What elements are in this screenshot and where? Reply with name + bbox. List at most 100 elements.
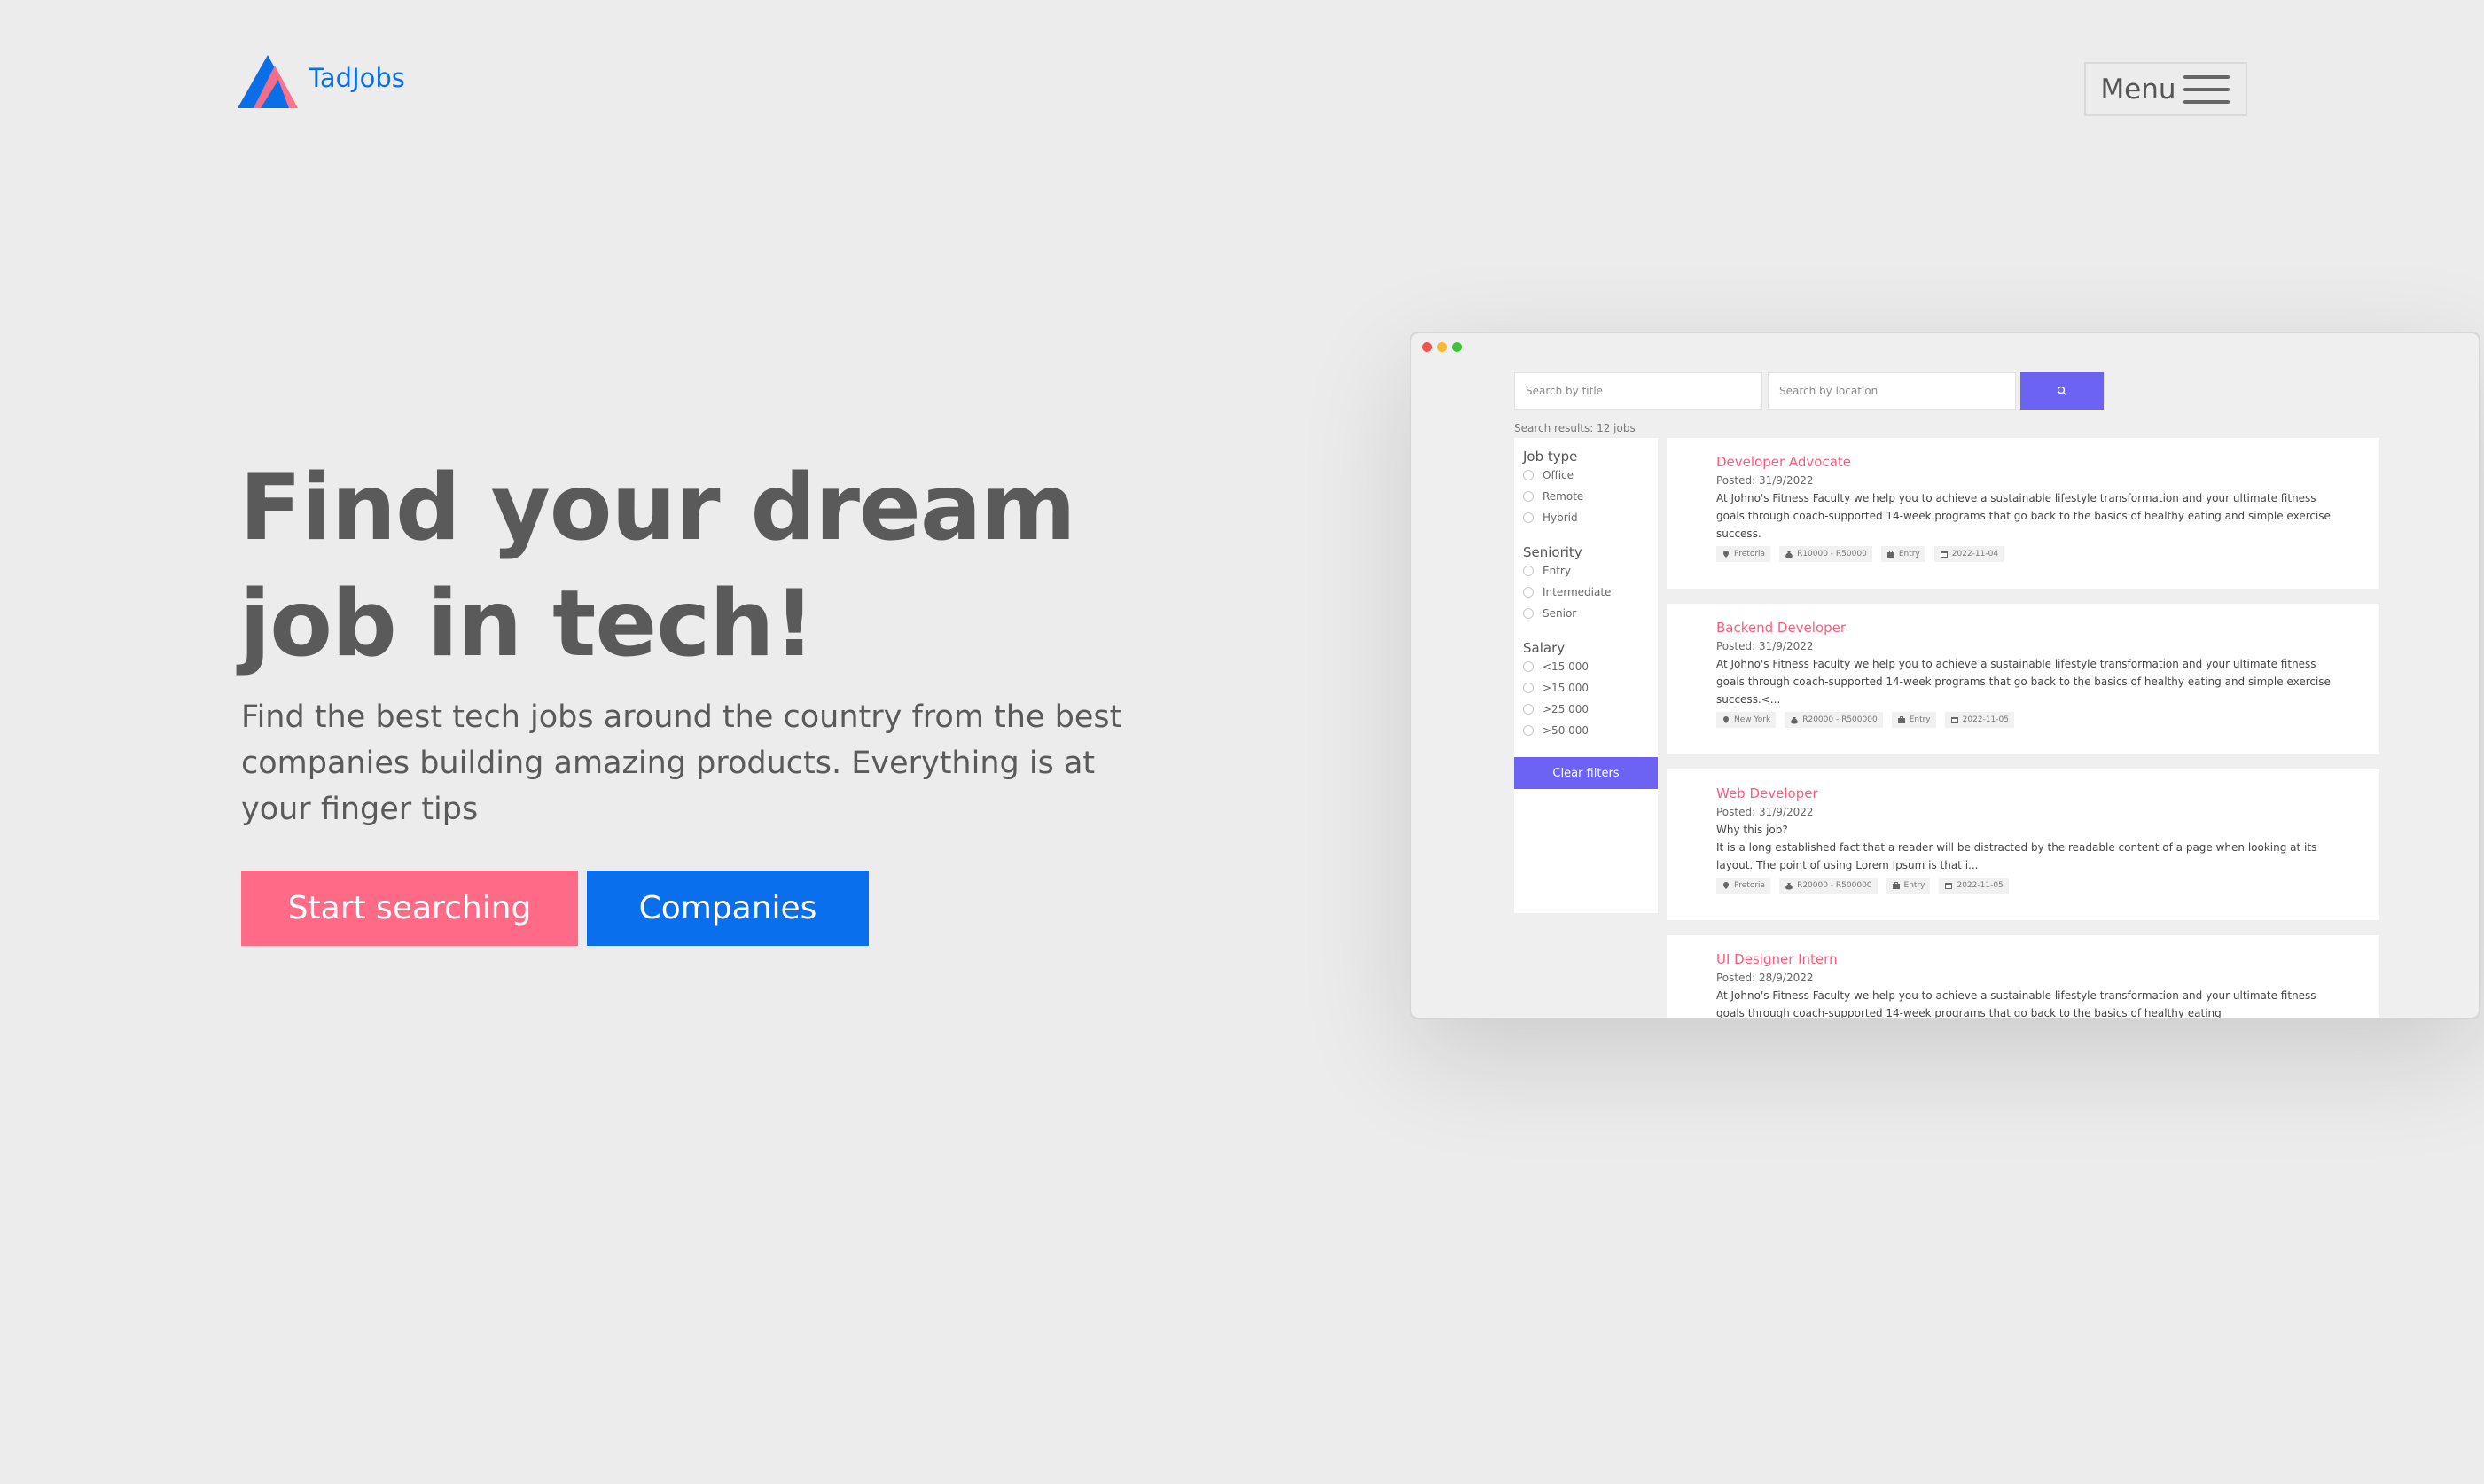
- job-card[interactable]: Backend Developer Posted: 31/9/2022 At Joh…: [1667, 604, 2379, 754]
- clear-filters-button[interactable]: Clear filters: [1514, 757, 1658, 789]
- hero-title-line2: job in tech!: [239, 571, 816, 677]
- start-searching-button[interactable]: Start searching: [241, 871, 578, 946]
- briefcase-icon: [1892, 882, 1900, 889]
- job-intro: Why this job?: [1716, 824, 1788, 836]
- filter-option-label: >50 000: [1543, 724, 1590, 737]
- filter-heading: Salary: [1523, 640, 1566, 656]
- search-icon: [2057, 386, 2066, 395]
- job-list: Developer Advocate Posted: 31/9/2022 At Jo…: [1667, 438, 2379, 1019]
- filter-option-salary-1[interactable]: <15 000: [1523, 656, 1649, 677]
- tag-salary: R20000 - R500000: [1785, 712, 1883, 728]
- location-pin-icon: [1723, 551, 1729, 558]
- filter-option-label: Office: [1543, 469, 1574, 481]
- tag-date: 2022-11-05: [1944, 712, 2014, 728]
- radio-icon: [1523, 491, 1534, 502]
- location-pin-icon: [1723, 716, 1729, 723]
- job-description: At Johno's Fitness Faculty we help you t…: [1716, 658, 2331, 706]
- filter-option-entry[interactable]: Entry: [1523, 560, 1649, 582]
- briefcase-icon: [1886, 551, 1894, 558]
- menu-button[interactable]: Menu: [2084, 62, 2247, 116]
- tag-level: Entry: [1880, 546, 1925, 562]
- minimize-dot-icon: [1437, 342, 1447, 352]
- job-description: At Johno's Fitness Faculty we help you t…: [1716, 989, 2316, 1019]
- hero-subtitle: Find the best tech jobs around the count…: [241, 699, 1122, 827]
- companies-button[interactable]: Companies: [587, 871, 869, 946]
- hero-title-line1: Find your dream: [239, 455, 1076, 561]
- tag-label: 2022-11-05: [1957, 881, 2004, 890]
- tag-label: Entry: [1903, 881, 1925, 890]
- job-title[interactable]: Web Developer: [1716, 784, 2330, 803]
- search-button[interactable]: [2020, 372, 2104, 410]
- brand-name: TadJobs: [309, 63, 405, 93]
- filter-group-salary: Salary <15 000 >15 000 >25 000 >50 000: [1523, 640, 1649, 741]
- filter-option-salary-3[interactable]: >25 000: [1523, 699, 1649, 720]
- filter-option-label: >15 000: [1543, 682, 1590, 694]
- job-card[interactable]: Web Developer Posted: 31/9/2022 Why this j…: [1667, 769, 2379, 920]
- tag-salary: R10000 - R50000: [1779, 546, 1872, 562]
- hero-title: Find your dream job in tech!: [239, 450, 1126, 683]
- filter-panel: Job type Office Remote Hybrid Seniority …: [1514, 438, 1658, 913]
- tag-location: Pretoria: [1716, 878, 1771, 894]
- job-card[interactable]: UI Designer Intern Posted: 28/9/2022 At Jo…: [1667, 935, 2379, 1019]
- job-description: At Johno's Fitness Faculty we help you t…: [1716, 492, 2331, 540]
- radio-icon: [1523, 566, 1534, 576]
- radio-icon: [1523, 704, 1534, 715]
- search-location-input[interactable]: Search by location: [1768, 372, 2016, 410]
- job-title[interactable]: Backend Developer: [1716, 618, 2330, 637]
- filter-option-remote[interactable]: Remote: [1523, 486, 1649, 507]
- tag-label: Pretoria: [1734, 881, 1766, 890]
- tag-label: R20000 - R500000: [1797, 881, 1872, 890]
- filter-option-label: <15 000: [1543, 660, 1590, 673]
- app-preview-window: Search by title Search by location Searc…: [1410, 332, 2480, 1019]
- tag-label: Entry: [1909, 715, 1931, 724]
- radio-icon: [1523, 470, 1534, 480]
- window-controls: [1422, 342, 1462, 352]
- money-bag-icon: [1785, 883, 1793, 890]
- job-posted-date: Posted: 31/9/2022: [1716, 806, 1814, 818]
- filter-option-senior[interactable]: Senior: [1523, 603, 1649, 624]
- tag-label: Pretoria: [1734, 550, 1766, 558]
- calendar-icon: [1940, 551, 1948, 558]
- filter-option-salary-4[interactable]: >50 000: [1523, 720, 1649, 741]
- money-bag-icon: [1785, 551, 1793, 558]
- radio-icon: [1523, 512, 1534, 523]
- tag-label: Entry: [1898, 550, 1920, 558]
- filter-heading: Seniority: [1523, 544, 1582, 560]
- radio-icon: [1523, 587, 1534, 598]
- filter-option-label: Senior: [1543, 607, 1577, 620]
- job-title[interactable]: Developer Advocate: [1716, 452, 2330, 472]
- tag-location: Pretoria: [1716, 546, 1771, 562]
- job-posted-date: Posted: 28/9/2022: [1716, 972, 1814, 984]
- filter-option-office[interactable]: Office: [1523, 465, 1649, 486]
- filter-group-seniority: Seniority Entry Intermediate Senior: [1523, 544, 1649, 624]
- filter-group-job-type: Job type Office Remote Hybrid: [1523, 449, 1649, 528]
- tag-date: 2022-11-04: [1933, 546, 2004, 562]
- job-posted-date: Posted: 31/9/2022: [1716, 640, 1814, 652]
- tag-label: R10000 - R50000: [1797, 550, 1867, 558]
- job-tags: Pretoria R20000 - R500000 Entry 2022-11-05: [1716, 878, 2330, 894]
- filter-option-hybrid[interactable]: Hybrid: [1523, 507, 1649, 528]
- hamburger-icon: [2183, 74, 2230, 104]
- menu-label: Menu: [2100, 73, 2176, 105]
- filter-option-label: Remote: [1543, 490, 1584, 503]
- radio-icon: [1523, 683, 1534, 693]
- filter-option-label: >25 000: [1543, 703, 1590, 715]
- search-title-input[interactable]: Search by title: [1514, 372, 1762, 410]
- job-card[interactable]: Developer Advocate Posted: 31/9/2022 At Jo…: [1667, 438, 2379, 589]
- job-tags: New York R20000 - R500000 Entry 2022-11-05: [1716, 712, 2330, 728]
- maximize-dot-icon: [1452, 342, 1462, 352]
- filter-option-label: Entry: [1543, 565, 1571, 577]
- radio-icon: [1523, 661, 1534, 672]
- job-posted-date: Posted: 31/9/2022: [1716, 474, 1814, 487]
- job-title[interactable]: UI Designer Intern: [1716, 949, 2330, 969]
- tag-label: 2022-11-04: [1951, 550, 1999, 558]
- brand-logo[interactable]: TadJobs: [234, 53, 405, 110]
- tag-date: 2022-11-05: [1939, 878, 2009, 894]
- close-dot-icon: [1422, 342, 1432, 352]
- job-tags: Pretoria R10000 - R50000 Entry 2022-11-04: [1716, 546, 2330, 562]
- filter-option-intermediate[interactable]: Intermediate: [1523, 582, 1649, 603]
- filter-option-salary-2[interactable]: >15 000: [1523, 677, 1649, 699]
- calendar-icon: [1950, 717, 1958, 723]
- job-description: It is a long established fact that a rea…: [1716, 841, 2317, 871]
- briefcase-icon: [1897, 716, 1905, 723]
